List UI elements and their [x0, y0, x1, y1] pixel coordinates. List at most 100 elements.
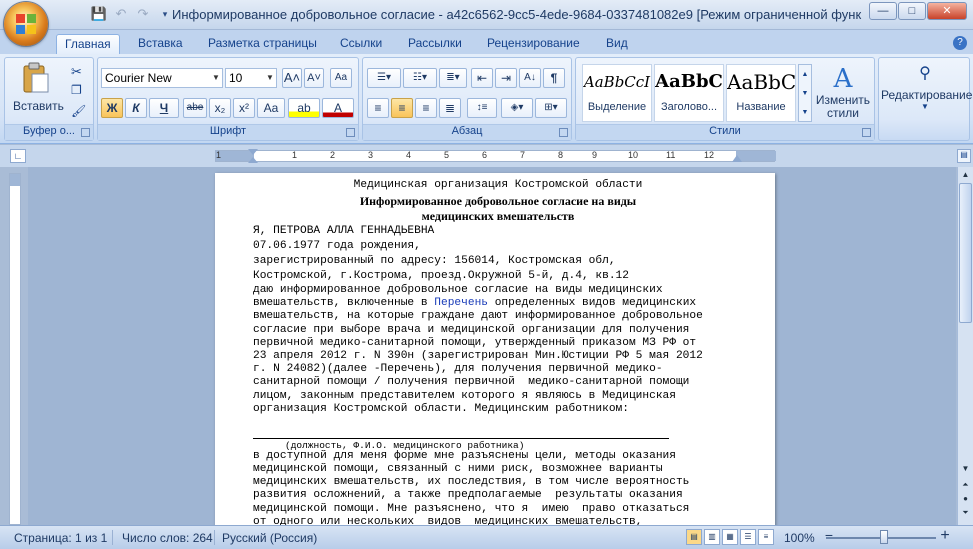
bold-button[interactable]: Ж [101, 98, 123, 118]
minimize-button[interactable]: — [869, 2, 897, 20]
decrease-indent-button[interactable]: ⇤ [471, 68, 493, 88]
strikethrough-button[interactable]: abe [183, 98, 207, 118]
style-title[interactable]: AaBbC Название [726, 64, 796, 122]
draft-view-icon[interactable]: ≡ [758, 529, 774, 545]
style-emphasis[interactable]: AaBbCcI Выделение [582, 64, 652, 122]
align-center-button[interactable]: ≡ [391, 98, 413, 118]
scroll-down-icon[interactable]: ▼ [960, 463, 971, 475]
dialog-launcher-icon[interactable] [346, 128, 355, 137]
vertical-scrollbar[interactable]: ▲ ▼ ⏶ ● ⏷ [957, 167, 973, 525]
shading-button[interactable]: ◈▾ [501, 98, 533, 118]
ruler-mark: 9 [592, 150, 598, 160]
font-color-button[interactable]: A [322, 98, 354, 118]
browse-object-icon[interactable]: ● [960, 493, 971, 505]
next-page-icon[interactable]: ⏷ [960, 507, 971, 519]
multilevel-list-button[interactable]: ≣▾ [439, 68, 467, 88]
redo-icon[interactable]: ↷ [134, 6, 152, 22]
shrink-font-button[interactable]: A˅ [304, 68, 324, 88]
underline-button[interactable]: Ч [149, 98, 179, 118]
show-marks-button[interactable]: ¶ [543, 68, 565, 88]
tab-insert[interactable]: Вставка [130, 34, 191, 54]
previous-page-icon[interactable]: ⏶ [960, 479, 971, 491]
font-size-value: 10 [229, 71, 243, 85]
tab-review[interactable]: Рецензирование [479, 34, 588, 54]
justify-button[interactable]: ≣ [439, 98, 461, 118]
horizontal-ruler[interactable]: 1 1 2 3 4 5 6 7 8 9 10 11 12 [215, 149, 776, 163]
right-indent-marker[interactable] [732, 155, 742, 162]
scroll-down-icon[interactable]: ▼ [799, 84, 811, 103]
undo-icon[interactable]: ↶ [112, 6, 130, 22]
grow-font-button[interactable]: A˄ [282, 68, 302, 88]
italic-button[interactable]: К [125, 98, 147, 118]
tab-home[interactable]: Главная [56, 34, 120, 54]
align-left-button[interactable]: ≡ [367, 98, 389, 118]
maximize-button[interactable]: □ [898, 2, 926, 20]
copy-icon[interactable]: ❐ [71, 83, 82, 97]
style-sample: AaBbCcI [583, 73, 651, 91]
line-spacing-button[interactable]: ↕≡ [467, 98, 497, 118]
font-name-combo[interactable]: Courier New ▼ [101, 68, 223, 88]
editing-button[interactable]: ⚲ Редактирование ▼ [881, 62, 972, 124]
numbering-icon: ☷▾ [413, 72, 427, 83]
dialog-launcher-icon[interactable] [559, 128, 568, 137]
numbering-button[interactable]: ☷▾ [403, 68, 437, 88]
increase-indent-button[interactable]: ⇥ [495, 68, 517, 88]
first-line-indent-marker[interactable] [248, 149, 258, 155]
full-screen-reading-icon[interactable]: ▥ [704, 529, 720, 545]
language-indicator[interactable]: Русский (Россия) [222, 531, 317, 545]
word-count[interactable]: Число слов: 264 [122, 531, 213, 545]
styles-scroll[interactable]: ▲ ▼ ▼ [798, 64, 812, 122]
zoom-out-button[interactable]: − [822, 528, 836, 542]
left-indent-marker[interactable] [248, 157, 258, 163]
doc-line: медицинской помощи. Мне разъяснено, что … [253, 502, 690, 515]
close-button[interactable]: ✕ [927, 2, 967, 20]
bullets-button[interactable]: ☰▾ [367, 68, 401, 88]
font-size-combo[interactable]: 10 ▼ [225, 68, 277, 88]
tab-selector[interactable]: ∟ [10, 149, 26, 163]
doc-line: медицинской помощи, связанный с ними рис… [253, 463, 663, 476]
tab-page-layout[interactable]: Разметка страницы [200, 34, 325, 54]
clear-formatting-button[interactable]: Aa [330, 68, 352, 88]
highlighter-icon: ab [297, 101, 311, 115]
tab-mailings[interactable]: Рассылки [400, 34, 470, 54]
cut-icon[interactable]: ✂ [71, 64, 82, 80]
style-heading[interactable]: AaBbC Заголово... [654, 64, 724, 122]
paste-button[interactable]: Вставить [13, 62, 64, 124]
align-right-icon: ≡ [422, 101, 430, 115]
view-ruler-icon[interactable]: ▤ [957, 149, 971, 163]
tab-view[interactable]: Вид [598, 34, 636, 54]
print-layout-view-icon[interactable]: ▤ [686, 529, 702, 545]
borders-button[interactable]: ⊞▾ [535, 98, 567, 118]
highlight-button[interactable]: ab [288, 98, 320, 118]
outline-view-icon[interactable]: ☰ [740, 529, 756, 545]
clipboard-group-label: Буфер о... [5, 124, 93, 140]
help-icon[interactable]: ? [953, 36, 967, 50]
superscript-button[interactable]: x² [233, 98, 255, 118]
zoom-in-button[interactable]: + [938, 528, 952, 544]
document-page[interactable]: Медицинская организация Костромской обла… [215, 173, 775, 525]
vertical-ruler[interactable] [9, 173, 21, 525]
format-painter-icon[interactable]: 🖌 [71, 104, 86, 118]
page-count[interactable]: Страница: 1 из 1 [14, 531, 107, 545]
align-right-button[interactable]: ≡ [415, 98, 437, 118]
scroll-up-icon[interactable]: ▲ [960, 169, 971, 181]
scroll-up-icon[interactable]: ▲ [799, 65, 811, 84]
change-case-button[interactable]: Aa [257, 98, 285, 118]
zoom-level[interactable]: 100% [784, 531, 815, 545]
styles-label: Стили [709, 125, 741, 137]
perechen-link[interactable]: Перечень [434, 297, 488, 309]
scroll-thumb[interactable] [959, 183, 972, 323]
more-styles-icon[interactable]: ▼ [799, 103, 811, 122]
dialog-launcher-icon[interactable] [81, 128, 90, 137]
document-body[interactable]: Медицинская организация Костромской обла… [253, 178, 743, 525]
zoom-slider-thumb[interactable] [880, 530, 888, 544]
office-button[interactable] [4, 2, 48, 46]
subscript-button[interactable]: x₂ [209, 98, 231, 118]
borders-icon: ⊞▾ [544, 102, 558, 113]
dialog-launcher-icon[interactable] [862, 128, 871, 137]
change-styles-button[interactable]: A Изменить стили [814, 62, 872, 124]
sort-button[interactable]: A↓ [519, 68, 541, 88]
web-layout-icon[interactable]: ▦ [722, 529, 738, 545]
tab-references[interactable]: Ссылки [332, 34, 390, 54]
save-icon[interactable]: 💾 [90, 6, 108, 22]
